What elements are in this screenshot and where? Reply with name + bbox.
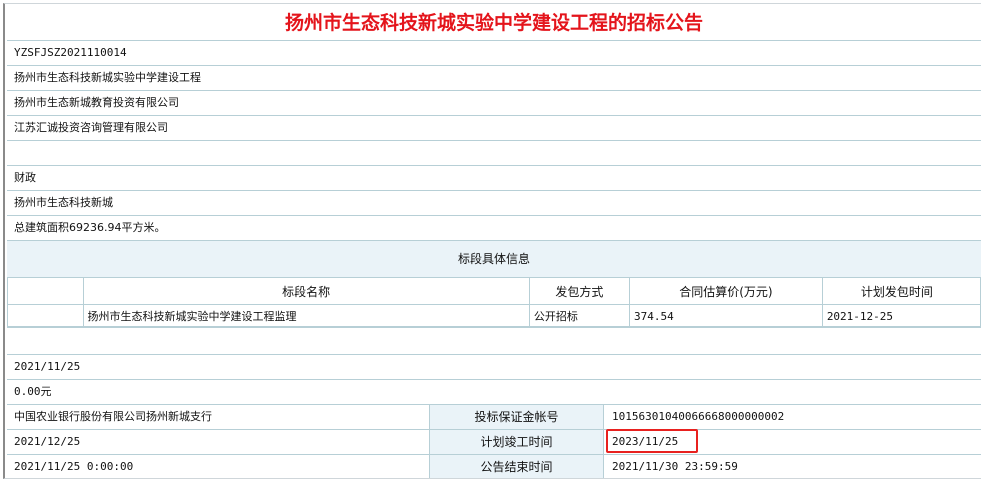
- agency: 江苏汇诚投资咨询管理有限公司: [7, 115, 981, 139]
- table-cell: 374.54: [628, 304, 823, 328]
- table-header-cell: 标段名称: [82, 277, 530, 305]
- announcement-frame: 扬州市生态科技新城实验中学建设工程的招标公告 YZSFJSZ2021110014…: [3, 3, 981, 479]
- section-header: 标段具体信息: [7, 240, 981, 277]
- blank-row: [7, 140, 981, 164]
- page-title: 扬州市生态科技新城实验中学建设工程的招标公告: [284, 12, 703, 34]
- detail-label: 计划竣工时间: [430, 430, 604, 454]
- funding-source: 财政: [7, 165, 981, 189]
- project-name: 扬州市生态科技新城实验中学建设工程: [7, 65, 981, 89]
- table-header-row: 标段名称 发包方式 合同估算价(万元) 计划发包时间: [7, 277, 981, 305]
- detail-row: 2021/11/25 0:00:00 公告结束时间 2021/11/30 23:…: [7, 454, 981, 478]
- publish-date: 2021/11/25: [7, 354, 981, 379]
- amount: 0.00元: [7, 379, 981, 404]
- table-header-cell: 发包方式: [528, 277, 630, 305]
- detail-label: 公告结束时间: [430, 455, 604, 478]
- blank-row: [7, 326, 981, 354]
- lot-table: 标段名称 发包方式 合同估算价(万元) 计划发包时间 扬州市生态科技新城实验中学…: [7, 277, 981, 328]
- table-cell: 2021-12-25: [821, 304, 981, 328]
- table-header-cell: [7, 277, 84, 305]
- location: 扬州市生态科技新城: [7, 190, 981, 214]
- deposit-account: 10156301040066668000000002: [612, 410, 785, 423]
- project-code: YZSFJSZ2021110014: [7, 40, 981, 64]
- start-date: 2021/12/25: [7, 430, 430, 454]
- highlight-box: [606, 429, 698, 453]
- table-cell: 公开招标: [528, 304, 630, 328]
- table-header-cell: 合同估算价(万元): [628, 277, 823, 305]
- tenderer: 扬州市生态新城教育投资有限公司: [7, 90, 981, 114]
- bank-name: 中国农业银行股份有限公司扬州新城支行: [7, 405, 430, 429]
- detail-row: 中国农业银行股份有限公司扬州新城支行 投标保证金帐号 1015630104006…: [7, 404, 981, 429]
- table-cell: [7, 304, 84, 328]
- detail-row: 2021/12/25 计划竣工时间 2023/11/25: [7, 429, 981, 454]
- announce-start: 2021/11/25 0:00:00: [7, 455, 430, 478]
- table-cell: 扬州市生态科技新城实验中学建设工程监理: [82, 304, 530, 328]
- announce-end: 2021/11/30 23:59:59: [612, 460, 738, 473]
- table-row: 扬州市生态科技新城实验中学建设工程监理 公开招标 374.54 2021-12-…: [7, 304, 981, 328]
- project-scale: 总建筑面积69236.94平方米。: [7, 215, 981, 239]
- detail-label: 投标保证金帐号: [430, 405, 604, 429]
- table-header-cell: 计划发包时间: [821, 277, 981, 305]
